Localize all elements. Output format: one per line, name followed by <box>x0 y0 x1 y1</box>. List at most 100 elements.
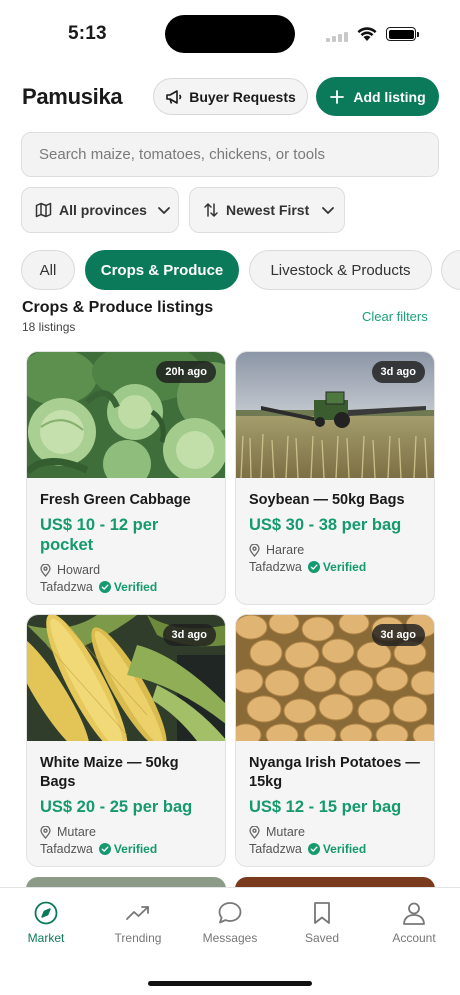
tab-label: Messages <box>202 931 258 945</box>
listing-title: Fresh Green Cabbage <box>40 492 191 508</box>
verified-label: Verified <box>113 842 158 856</box>
megaphone-icon <box>166 89 182 104</box>
category-chip-label: All <box>39 261 57 279</box>
listing-photo-maize-cobs: 3d ago <box>27 615 225 741</box>
listing-location: Howard <box>40 563 212 577</box>
listing-photo-cabbage: 20h ago <box>27 352 225 478</box>
sort-label: Newest First <box>226 202 310 218</box>
tab-label: Saved <box>304 931 340 945</box>
listing-photo-tractor-field: 3d ago <box>236 352 434 478</box>
listing-card[interactable]: 3d ago White Maize — 50kg Bags US$ 20 - … <box>26 614 226 867</box>
seller-name: Tafadzwa <box>249 842 302 856</box>
listing-price: US$ 10 - 12 per pocket <box>40 516 159 554</box>
home-indicator <box>148 981 312 986</box>
listing-location: Harare <box>249 543 421 557</box>
listing-card[interactable]: 20h ago Fresh Green Cabbage US$ 10 - 12 … <box>26 351 226 605</box>
category-chip-label: Livestock & Products <box>270 261 411 279</box>
listing-title: Nyanga Irish Potatoes — 15kg <box>249 755 420 790</box>
status-bar: 5:13 <box>0 0 460 64</box>
bookmark-icon <box>314 902 330 924</box>
sort-dropdown[interactable]: Newest First <box>189 187 345 233</box>
listing-price: US$ 12 - 15 per bag <box>249 798 402 816</box>
listing-location: Mutare <box>40 825 212 839</box>
location-pin-icon <box>40 563 51 577</box>
trending-icon <box>126 906 149 920</box>
location-pin-icon <box>40 825 51 839</box>
listing-location-text: Howard <box>57 563 101 577</box>
category-chip-crops-produce[interactable]: Crops & Produce <box>85 250 239 290</box>
tab-saved[interactable]: Saved <box>282 900 362 945</box>
listing-location-text: Harare <box>266 543 305 557</box>
tab-label: Account <box>392 931 436 945</box>
clear-filters-link[interactable]: Clear filters <box>362 309 428 324</box>
verified-badge: Verified <box>307 560 367 574</box>
add-listing-button[interactable]: Add listing <box>316 77 439 116</box>
listing-location-text: Mutare <box>266 825 305 839</box>
battery-icon <box>386 27 419 41</box>
province-filter-label: All provinces <box>59 202 147 218</box>
search-input[interactable] <box>22 133 438 176</box>
listing-count: 18 listings <box>22 320 76 334</box>
verified-badge: Verified <box>98 580 158 594</box>
tab-messages[interactable]: Messages <box>190 900 270 945</box>
verified-check-icon <box>307 561 320 573</box>
listing-title: White Maize — 50kg Bags <box>40 755 179 790</box>
listing-title: Soybean — 50kg Bags <box>249 492 405 508</box>
category-chip-label: Crops & Produce <box>100 261 224 279</box>
listing-photo-potatoes: 3d ago <box>236 615 434 741</box>
category-chip-more[interactable] <box>441 250 460 290</box>
listing-seller: Tafadzwa Verified <box>40 842 212 856</box>
tab-market[interactable]: Market <box>6 900 86 945</box>
buyer-requests-label: Buyer Requests <box>189 88 296 105</box>
listing-card[interactable]: 3d ago Nyanga Irish Potatoes — 15kg US$ … <box>235 614 435 867</box>
bottom-tab-bar: Market Trending Messages Saved Account <box>0 887 460 995</box>
buyer-requests-button[interactable]: Buyer Requests <box>153 78 308 115</box>
listing-age-badge: 3d ago <box>371 361 425 383</box>
verified-check-icon <box>98 581 111 593</box>
listing-age-badge: 3d ago <box>371 624 425 646</box>
verified-check-icon <box>98 843 111 855</box>
section-title: Crops & Produce listings <box>22 299 214 316</box>
listing-seller: Tafadzwa Verified <box>249 560 421 574</box>
status-time: 5:13 <box>68 23 107 44</box>
listing-location: Mutare <box>249 825 421 839</box>
listing-seller: Tafadzwa Verified <box>249 842 421 856</box>
chat-bubble-icon <box>218 902 242 924</box>
seller-name: Tafadzwa <box>249 560 302 574</box>
tab-label: Market <box>27 931 65 945</box>
tab-trending[interactable]: Trending <box>98 900 178 945</box>
cellular-signal-icon <box>326 30 350 42</box>
category-chip-livestock-products[interactable]: Livestock & Products <box>249 250 432 290</box>
location-pin-icon <box>249 825 260 839</box>
sort-arrows-icon <box>204 203 218 217</box>
chevron-down-icon <box>322 207 335 214</box>
verified-badge: Verified <box>98 842 158 856</box>
verified-label: Verified <box>113 580 158 594</box>
verified-label: Verified <box>322 560 367 574</box>
listing-location-text: Mutare <box>57 825 96 839</box>
dynamic-island <box>165 15 295 53</box>
map-icon <box>35 202 52 218</box>
tab-account[interactable]: Account <box>374 900 454 945</box>
verified-badge: Verified <box>307 842 367 856</box>
listing-card[interactable]: 3d ago Soybean — 50kg Bags US$ 30 - 38 p… <box>235 351 435 605</box>
location-pin-icon <box>249 543 260 557</box>
verified-check-icon <box>307 843 320 855</box>
listing-age-badge: 20h ago <box>156 361 216 383</box>
listing-seller: Tafadzwa Verified <box>40 580 212 594</box>
app-title: Pamusika <box>22 84 123 109</box>
seller-name: Tafadzwa <box>40 842 93 856</box>
chevron-down-icon <box>158 207 170 214</box>
category-chip-all[interactable]: All <box>21 250 75 290</box>
listing-price: US$ 20 - 25 per bag <box>40 798 193 816</box>
tab-label: Trending <box>114 931 162 945</box>
compass-icon <box>34 901 58 925</box>
wifi-icon <box>357 27 377 41</box>
listing-price: US$ 30 - 38 per bag <box>249 516 402 534</box>
verified-label: Verified <box>322 842 367 856</box>
add-listing-label: Add listing <box>353 88 426 105</box>
plus-icon <box>330 89 345 104</box>
province-filter-dropdown[interactable]: All provinces <box>21 187 179 233</box>
listing-age-badge: 3d ago <box>162 624 216 646</box>
search-box[interactable] <box>21 132 439 177</box>
